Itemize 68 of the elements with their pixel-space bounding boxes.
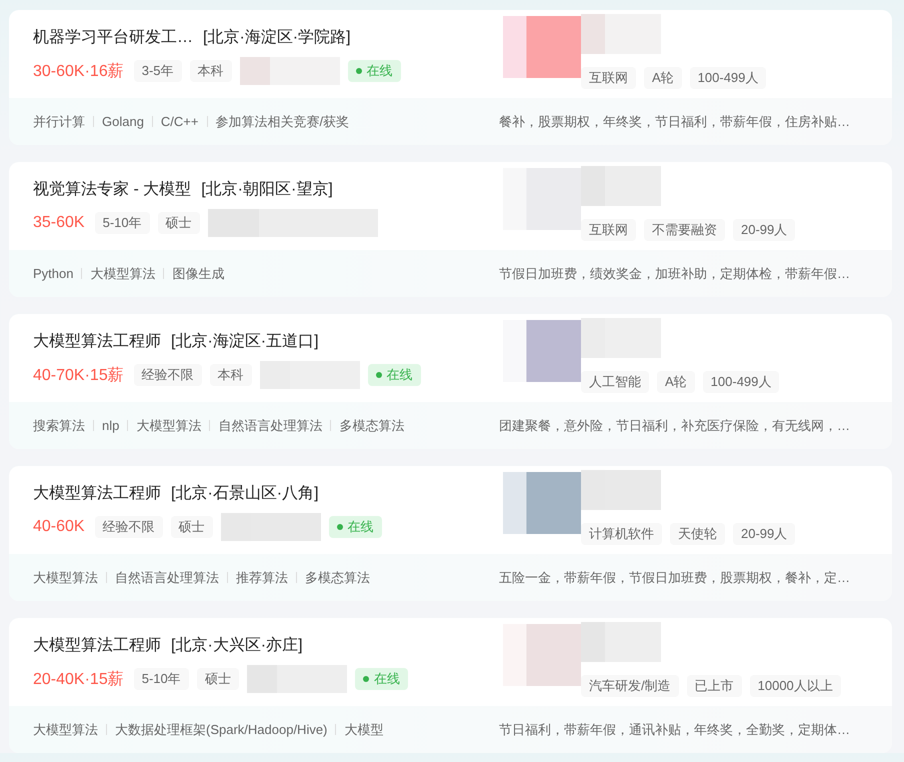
salary: 35-60K: [33, 214, 85, 232]
skill-tag: 大数据处理框架(Spark/Hadoop/Hive): [106, 724, 336, 735]
job-title[interactable]: 大模型算法工程师: [33, 482, 161, 504]
company-tag: 不需要融资: [644, 219, 725, 241]
company-tag: A轮: [644, 67, 682, 89]
skill-tag: C/C++: [152, 116, 206, 127]
skill-tag: 自然语言处理算法: [209, 420, 330, 431]
requirement-tag: 本科: [190, 60, 232, 82]
job-title[interactable]: 大模型算法工程师: [33, 634, 161, 656]
skill-tag: nlp: [93, 420, 128, 431]
job-location: [北京·石景山区·八角]: [171, 484, 319, 504]
company-tag: 100-499人: [690, 67, 766, 89]
company-tag: 互联网: [581, 67, 636, 89]
skill-tag: 大模型: [335, 724, 392, 735]
company-tag: 已上市: [686, 675, 742, 697]
requirement-tag: 硕士: [170, 516, 213, 538]
job-location: [北京·大兴区·亦庄]: [171, 636, 303, 656]
skill-tag: 大模型算法: [33, 724, 106, 735]
skill-tag: 图像生成: [163, 268, 232, 279]
company-tag: 100-499人: [702, 371, 780, 393]
job-title[interactable]: 视觉算法专家 - 大模型: [33, 178, 192, 200]
skill-tag: 大模型算法: [127, 420, 210, 431]
job-location: [北京·海淀区·五道口]: [171, 332, 319, 352]
company-tag: 人工智能: [581, 371, 649, 393]
company-tag: 汽车研发/制造: [581, 675, 679, 697]
job-location: [北京·海淀区·学院路]: [203, 28, 351, 48]
company-tag: 互联网: [581, 219, 636, 241]
requirement-tag: 5-10年: [134, 668, 189, 690]
company-tag: 20-99人: [733, 219, 796, 241]
requirement-tag: 经验不限: [94, 516, 163, 538]
requirement-tag: 3-5年: [134, 60, 182, 82]
skill-tag: 多模态算法: [296, 572, 378, 583]
skill-tag: 搜索算法: [33, 420, 93, 431]
online-badge: 在线: [328, 516, 382, 538]
job-location: [北京·朝阳区·望京]: [201, 180, 333, 200]
skill-tag: 多模态算法: [330, 420, 412, 431]
requirement-tag: 5-10年: [94, 212, 150, 234]
requirement-tag: 硕士: [196, 668, 239, 690]
salary: 40-60K: [33, 518, 85, 536]
salary: 30-60K·16薪: [33, 62, 124, 82]
skill-tag: 自然语言处理算法: [106, 572, 227, 583]
company-tag: A轮: [657, 371, 695, 393]
salary: 20-40K·15薪: [33, 670, 124, 690]
company-tag: 计算机软件: [581, 523, 662, 545]
job-title[interactable]: 机器学习平台研发工…: [33, 26, 193, 48]
welfare-text: 节假日加班费，绩效奖金，加班补助，定期体检，带薪年假…: [499, 264, 850, 282]
skill-tag: 大模型算法: [81, 268, 164, 279]
requirement-tag: 经验不限: [134, 364, 202, 386]
skill-tag: 推荐算法: [227, 572, 296, 583]
welfare-text: 餐补，股票期权，年终奖，节日福利，带薪年假，住房补贴…: [499, 112, 850, 130]
company-tag: 天使轮: [670, 523, 725, 545]
skill-tag: Golang: [93, 116, 152, 127]
online-badge: 在线: [354, 668, 408, 690]
skill-tag: Python: [33, 268, 82, 279]
welfare-text: 节日福利，带薪年假，通讯补贴，年终奖，全勤奖，定期体…: [499, 720, 850, 738]
skill-tag: 参加算法相关竞赛/获奖: [206, 116, 358, 127]
online-badge: 在线: [348, 60, 401, 82]
salary: 40-70K·15薪: [33, 366, 124, 386]
skill-tag: 大模型算法: [33, 572, 106, 583]
requirement-tag: 本科: [210, 364, 252, 386]
company-tag: 10000人以上: [750, 675, 841, 697]
job-title[interactable]: 大模型算法工程师: [33, 330, 161, 352]
requirement-tag: 硕士: [158, 212, 200, 234]
company-tag: 20-99人: [733, 523, 796, 545]
welfare-text: 五险一金，带薪年假，节假日加班费，股票期权，餐补，定…: [499, 568, 850, 586]
welfare-text: 团建聚餐，意外险，节日福利，补充医疗保险，有无线网，…: [499, 416, 850, 434]
skill-tag: 并行计算: [33, 116, 93, 127]
online-badge: 在线: [368, 364, 421, 386]
